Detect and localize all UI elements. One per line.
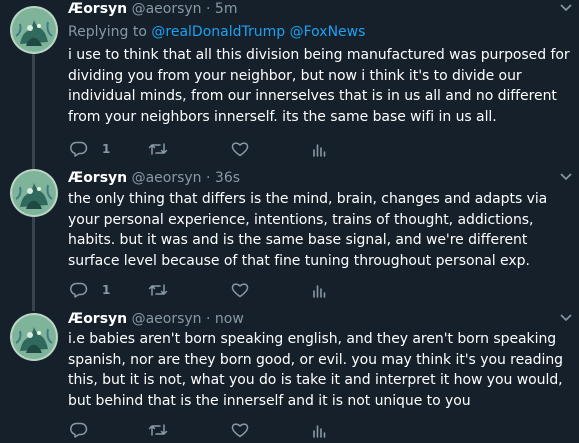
like-button[interactable] [231,420,249,440]
reply-icon [70,141,88,157]
author-handle[interactable]: @aeorsyn [132,311,202,327]
reply-count: 1 [102,142,111,156]
reply-button[interactable] [70,420,102,440]
like-button[interactable] [231,280,249,300]
thread-connector [32,155,35,161]
tweet-text-line: i.e babies aren't born speaking english,… [68,331,557,347]
thread-connector [32,54,35,171]
heart-icon [231,282,249,298]
tweet-text-line: your personal experience, intentions, tr… [68,211,534,228]
analytics-button[interactable] [312,139,326,159]
timestamp[interactable]: 36s [215,170,240,186]
retweet-icon [148,283,168,297]
thread-connector [32,295,35,301]
analytics-icon [312,141,326,157]
retweet-icon [148,142,168,156]
retweet-button[interactable] [148,280,168,300]
reply-icon [70,422,88,438]
avatar[interactable] [10,169,58,217]
tweet-text: i use to think that all this division be… [68,45,576,127]
tweet-text: the only thing that differs is the mind,… [68,189,576,271]
tweet-actions [68,420,368,440]
tweet[interactable]: Æorsyn @aeorsyn · now i.e babies aren't … [0,295,579,443]
retweet-button[interactable] [148,139,168,159]
analytics-icon [312,422,326,438]
heart-icon [231,141,249,157]
author-handle[interactable]: @aeorsyn [132,1,202,17]
author-name[interactable]: Æorsyn [68,1,127,17]
timestamp[interactable]: now [215,311,244,327]
avatar[interactable] [10,6,58,54]
tweet-thread: Æorsyn @aeorsyn · 5m Replying to @realDo… [0,0,579,443]
tweet-text: i.e babies aren't born speaking english,… [68,329,576,411]
analytics-button[interactable] [312,420,326,440]
chevron-down-icon[interactable] [559,0,573,19]
mention-foxnews[interactable]: @FoxNews [290,24,366,40]
tweet-text-line: i use to think that all this division be… [68,47,570,63]
tweet-text-line: spanish, nor are they born good, or evil… [68,351,564,368]
reply-button[interactable]: 1 [70,139,110,159]
separator-dot: · [206,170,211,186]
mention-realdonaldtrump[interactable]: @realDonaldTrump [151,24,285,40]
tweet-actions: 1 [68,139,368,159]
tweet-header: Æorsyn @aeorsyn · 36s [68,168,240,188]
author-name[interactable]: Æorsyn [68,170,127,186]
tweet[interactable]: Æorsyn @aeorsyn · 5m Replying to @realDo… [0,0,579,171]
tweet-text-line: from your neighbors innerself. its the s… [68,108,497,125]
reply-icon [70,282,88,298]
retweet-button[interactable] [148,420,168,440]
separator-dot: · [206,311,211,327]
tweet-text-line: surface level because of that fine tunin… [68,252,530,269]
tweet-header: Æorsyn @aeorsyn · 5m [68,0,237,19]
tweet[interactable]: Æorsyn @aeorsyn · 36s the only thing tha… [0,155,579,311]
separator-dot: · [206,1,211,17]
tweet-header: Æorsyn @aeorsyn · now [68,309,244,329]
like-button[interactable] [231,139,249,159]
retweet-icon [148,423,168,437]
timestamp[interactable]: 5m [215,1,238,17]
chevron-down-icon[interactable] [559,168,573,188]
tweet-text-line: this, but it is not, what you do is take… [68,372,563,388]
tweet-text-line: individual minds, from our innerselves t… [68,88,557,104]
tweet-text-line: dividing you from your neighbor, but now… [68,67,522,84]
chevron-down-icon[interactable] [559,309,573,329]
analytics-icon [312,282,326,298]
tweet-actions: 1 [68,280,368,300]
heart-icon [231,422,249,438]
reply-count: 1 [102,283,111,297]
replying-to: Replying to @realDonaldTrump @FoxNews [68,22,365,42]
avatar[interactable] [10,313,58,361]
reply-button[interactable]: 1 [70,280,110,300]
tweet-text-line: but behind that is the innerself and it … [68,392,471,409]
tweet-text-line: habits. but it was and is the same base … [68,232,528,248]
analytics-button[interactable] [312,280,326,300]
tweet-text-line: the only thing that differs is the mind,… [68,191,548,207]
replying-to-label: Replying to [68,24,152,40]
author-handle[interactable]: @aeorsyn [132,170,202,186]
author-name[interactable]: Æorsyn [68,311,127,327]
